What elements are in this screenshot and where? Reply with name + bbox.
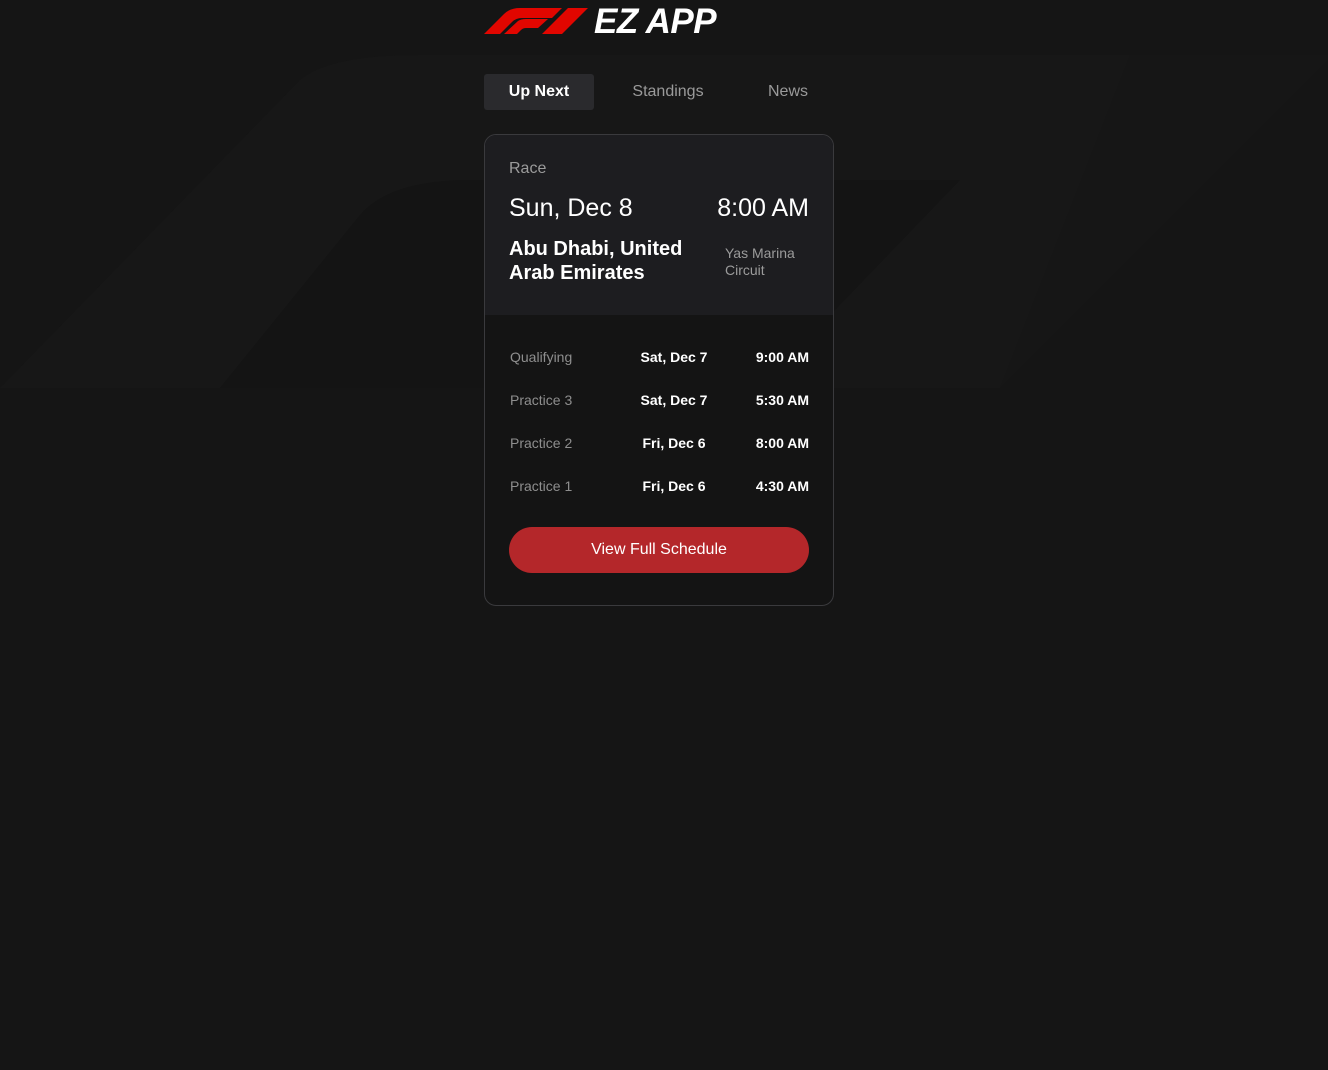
session-row-practice-1: Practice 1 Fri, Dec 6 4:30 AM bbox=[509, 464, 809, 507]
session-date: Fri, Dec 6 bbox=[642, 434, 706, 451]
session-date: Sat, Dec 7 bbox=[640, 391, 708, 408]
next-race-card: Race Sun, Dec 8 8:00 AM Abu Dhabi, Unite… bbox=[484, 134, 834, 606]
session-name: Practice 2 bbox=[510, 434, 573, 451]
f1-logo-icon[interactable] bbox=[484, 6, 588, 38]
tab-up-next[interactable]: Up Next bbox=[484, 74, 594, 110]
race-circuit: Yas Marina Circuit bbox=[725, 245, 795, 278]
race-date: Sun, Dec 8 bbox=[509, 194, 633, 222]
race-location: Abu Dhabi, United Arab Emirates bbox=[509, 238, 683, 284]
session-date: Fri, Dec 6 bbox=[642, 477, 706, 494]
session-date: Sat, Dec 7 bbox=[640, 348, 708, 365]
app-page: EZ APP Up Next Standings News Race Sun, … bbox=[0, 0, 1328, 1070]
tab-standings[interactable]: Standings bbox=[594, 74, 742, 110]
tab-news[interactable]: News bbox=[742, 74, 834, 110]
session-name: Practice 1 bbox=[510, 477, 573, 494]
race-label: Race bbox=[509, 160, 547, 177]
view-full-schedule-button[interactable]: View Full Schedule bbox=[509, 527, 809, 573]
session-time: 9:00 AM bbox=[755, 348, 809, 365]
session-time: 4:30 AM bbox=[755, 477, 809, 494]
session-row-qualifying: Qualifying Sat, Dec 7 9:00 AM bbox=[509, 335, 809, 378]
session-time: 8:00 AM bbox=[755, 434, 809, 451]
session-list: Qualifying Sat, Dec 7 9:00 AM Practice 3… bbox=[509, 335, 809, 507]
session-row-practice-3: Practice 3 Sat, Dec 7 5:30 AM bbox=[509, 378, 809, 421]
race-time: 8:00 AM bbox=[717, 194, 809, 222]
app-header: EZ APP bbox=[484, 2, 717, 41]
session-row-practice-2: Practice 2 Fri, Dec 6 8:00 AM bbox=[509, 421, 809, 464]
app-title: EZ APP bbox=[594, 2, 717, 41]
main-tabs: Up Next Standings News bbox=[484, 74, 834, 110]
race-summary: Race Sun, Dec 8 8:00 AM Abu Dhabi, Unite… bbox=[485, 135, 833, 315]
session-name: Qualifying bbox=[510, 348, 573, 365]
session-time: 5:30 AM bbox=[755, 391, 809, 408]
session-name: Practice 3 bbox=[510, 391, 573, 408]
